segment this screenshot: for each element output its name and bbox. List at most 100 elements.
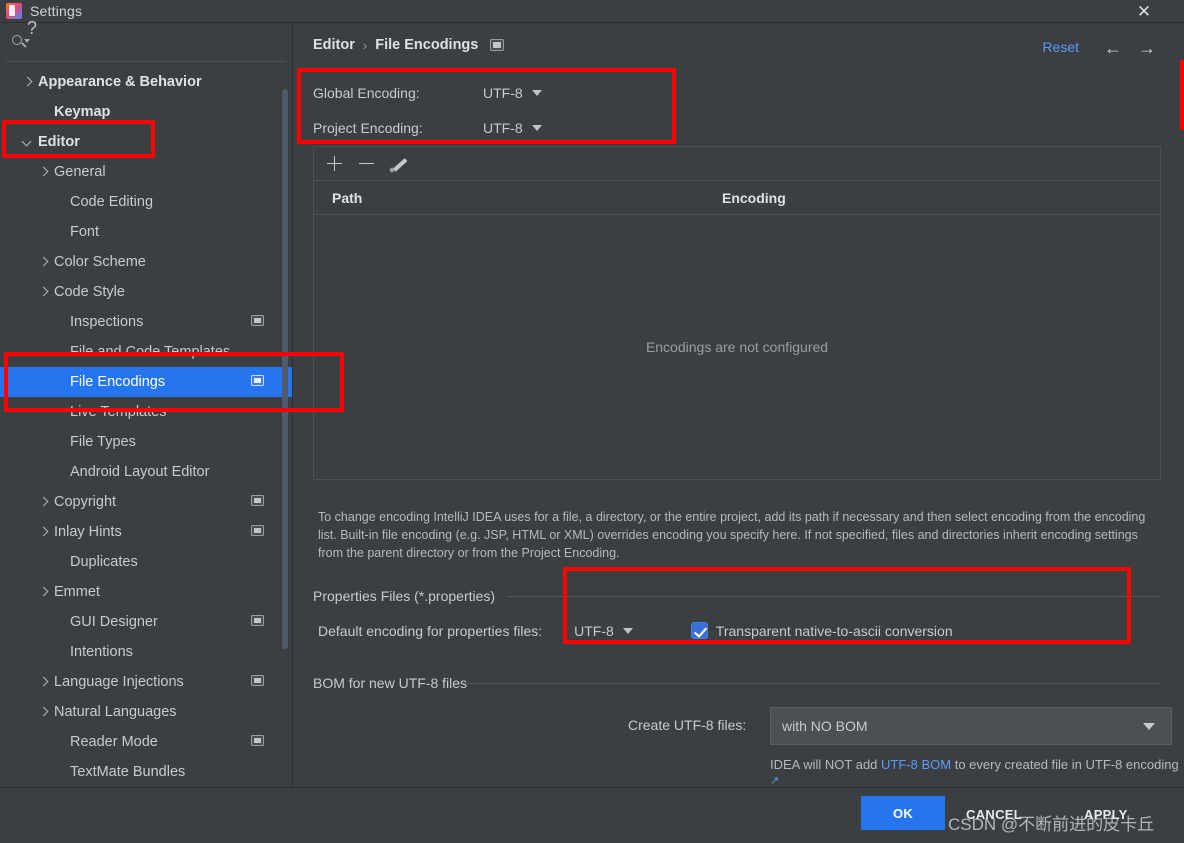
sidebar-item-appearance-behavior[interactable]: Appearance & Behavior	[0, 67, 292, 97]
transparent-conversion-checkbox[interactable]	[690, 622, 708, 639]
sidebar-item-color-scheme[interactable]: Color Scheme	[0, 247, 292, 277]
sidebar-item-label: Inlay Hints	[54, 524, 122, 540]
chevron-down-icon[interactable]	[622, 627, 633, 634]
project-encoding-value[interactable]: UTF-8	[483, 120, 523, 136]
sidebar-item-label: Color Scheme	[54, 254, 146, 270]
global-encoding-value[interactable]: UTF-8	[483, 85, 523, 101]
sidebar-item-code-editing[interactable]: Code Editing	[0, 187, 292, 217]
ok-button[interactable]: OK	[861, 796, 945, 830]
table-toolbar	[314, 147, 1160, 181]
chevron-right-icon[interactable]	[36, 165, 50, 179]
project-encoding-label: Project Encoding:	[313, 120, 423, 136]
encoding-description: To change encoding IntelliJ IDEA uses fo…	[318, 510, 1146, 560]
bom-note-suffix: to every created file in UTF-8 encoding	[951, 757, 1179, 772]
project-encoding-row: Project Encoding: UTF-8	[313, 120, 542, 136]
sidebar-item-label: Copyright	[54, 494, 117, 510]
help-button[interactable]: ?	[20, 16, 44, 40]
default-properties-encoding-row: Default encoding for properties files: U…	[318, 622, 953, 639]
sidebar-item-language-injections[interactable]: Language Injections	[0, 667, 292, 697]
chevron-right-icon[interactable]	[36, 585, 50, 599]
sidebar-item-file-encodings[interactable]: File Encodings	[0, 367, 292, 397]
chevron-down-icon[interactable]	[20, 135, 34, 149]
sidebar-item-label: Intentions	[70, 644, 133, 660]
sidebar-item-gui-designer[interactable]: GUI Designer	[0, 607, 292, 637]
chevron-right-icon[interactable]	[36, 525, 50, 539]
bom-mode-dropdown[interactable]: with NO BOM	[770, 707, 1172, 745]
bom-mode-value: with NO BOM	[782, 718, 868, 734]
column-header-encoding[interactable]: Encoding	[722, 190, 786, 206]
arrow-right-icon[interactable]: →	[1136, 37, 1158, 59]
sidebar-item-copyright[interactable]: Copyright	[0, 487, 292, 517]
sidebar-item-label: Inspections	[70, 314, 144, 330]
table-header: Path Encoding	[314, 182, 1160, 215]
apply-button[interactable]: APPLY	[1084, 804, 1128, 824]
sidebar-item-emmet[interactable]: Emmet	[0, 577, 292, 607]
project-settings-icon	[251, 615, 264, 626]
sidebar-item-label: File Encodings	[70, 374, 166, 390]
sidebar-item-font[interactable]: Font	[0, 217, 292, 247]
reset-link[interactable]: Reset	[1042, 39, 1079, 55]
project-settings-icon	[251, 735, 264, 746]
search-input[interactable]	[32, 34, 292, 50]
project-settings-icon	[490, 39, 505, 51]
title-bar: Settings	[0, 0, 1184, 22]
sidebar-item-code-style[interactable]: Code Style	[0, 277, 292, 307]
project-settings-icon	[251, 375, 264, 386]
project-settings-icon	[251, 495, 264, 506]
external-link-icon[interactable]: ↗	[770, 775, 779, 787]
sidebar-item-reader-mode[interactable]: Reader Mode	[0, 727, 292, 757]
default-properties-encoding-value[interactable]: UTF-8	[574, 623, 614, 639]
chevron-right-icon[interactable]	[36, 705, 50, 719]
sidebar-item-inspections[interactable]: Inspections	[0, 307, 292, 337]
sidebar-item-duplicates[interactable]: Duplicates	[0, 547, 292, 577]
sidebar-item-inlay-hints[interactable]: Inlay Hints	[0, 517, 292, 547]
default-properties-encoding-label: Default encoding for properties files:	[318, 622, 543, 639]
plus-icon[interactable]	[322, 151, 348, 177]
bom-note-link[interactable]: UTF-8 BOM	[881, 757, 951, 772]
sidebar-item-natural-languages[interactable]: Natural Languages	[0, 697, 292, 727]
sidebar-item-file-types[interactable]: File Types	[0, 427, 292, 457]
sidebar-item-label: Natural Languages	[54, 704, 177, 720]
sidebar-item-android-layout-editor[interactable]: Android Layout Editor	[0, 457, 292, 487]
sidebar-item-file-and-code-templates[interactable]: File and Code Templates	[0, 337, 292, 367]
minus-icon[interactable]	[354, 151, 380, 177]
sidebar-item-textmate-bundles[interactable]: TextMate Bundles	[0, 757, 292, 783]
properties-section-title: Properties Files (*.properties)	[313, 588, 496, 604]
chevron-right-icon[interactable]	[36, 495, 50, 509]
pencil-icon[interactable]	[386, 151, 412, 177]
bom-section-line	[466, 683, 1161, 684]
settings-tree: Appearance & Behavior Keymap Editor General…	[0, 67, 292, 783]
arrow-left-icon[interactable]: ←	[1102, 37, 1124, 59]
sidebar-item-editor[interactable]: Editor	[0, 127, 292, 157]
chevron-right-icon[interactable]	[36, 285, 50, 299]
sidebar-item-intentions[interactable]: Intentions	[0, 637, 292, 667]
chevron-right-icon[interactable]	[20, 75, 34, 89]
table-empty-message: Encodings are not configured	[645, 339, 829, 355]
search-underline	[6, 61, 286, 62]
chevron-right-icon[interactable]	[36, 255, 50, 269]
sidebar-item-label: TextMate Bundles	[70, 764, 186, 780]
column-header-path[interactable]: Path	[332, 190, 362, 206]
breadcrumb-parent[interactable]: Editor	[313, 37, 355, 53]
cancel-button[interactable]: CANCEL	[966, 804, 1022, 824]
transparent-conversion-label[interactable]: Transparent native-to-ascii conversion	[716, 623, 953, 639]
sidebar-scrollbar-thumb[interactable]	[282, 89, 288, 649]
breadcrumb-separator: ›	[362, 37, 368, 53]
properties-section-line	[508, 596, 1161, 597]
sidebar-item-live-templates[interactable]: Live Templates	[0, 397, 292, 427]
global-encoding-label: Global Encoding:	[313, 85, 420, 101]
chevron-down-icon[interactable]	[531, 125, 542, 131]
chevron-down-icon[interactable]	[531, 90, 542, 96]
sidebar-item-keymap[interactable]: Keymap	[0, 97, 292, 127]
chevron-right-icon[interactable]	[36, 675, 50, 689]
breadcrumb-current: File Encodings	[375, 37, 479, 53]
sidebar-item-general[interactable]: General	[0, 157, 292, 187]
close-icon[interactable]: ✕	[1130, 0, 1158, 22]
